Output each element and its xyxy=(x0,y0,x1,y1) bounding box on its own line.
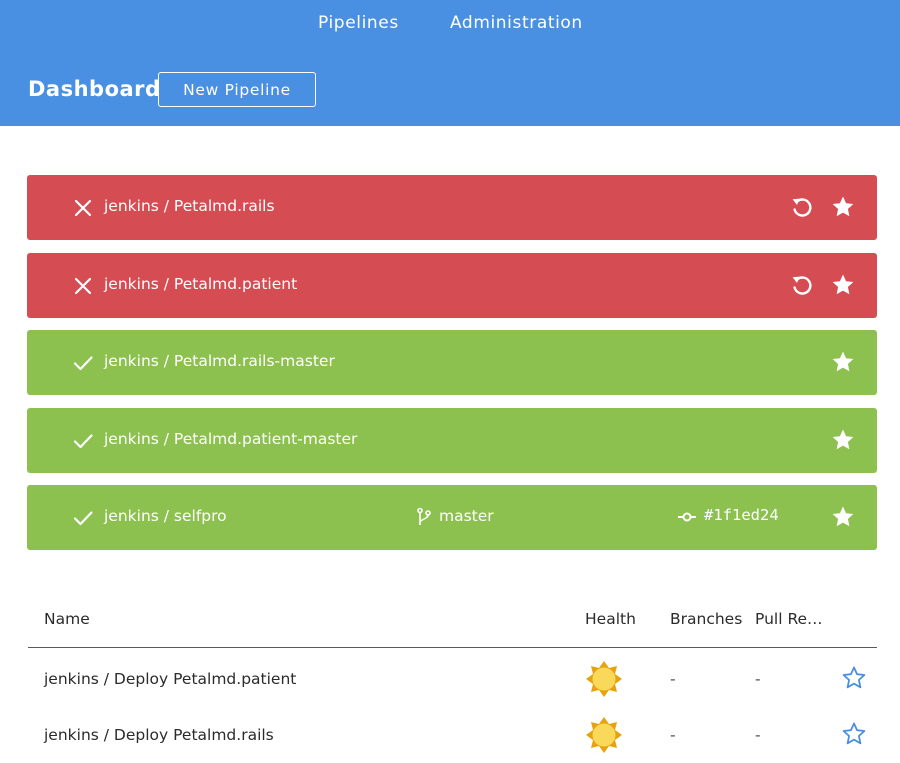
table-row[interactable]: jenkins / Deploy Petalmd.patient - - xyxy=(28,648,877,704)
star-icon[interactable] xyxy=(830,504,856,530)
checkmark-icon xyxy=(73,511,93,526)
favorite-card[interactable]: jenkins / Petalmd.rails xyxy=(27,175,877,240)
sunny-icon xyxy=(586,661,622,697)
replay-icon[interactable] xyxy=(789,194,815,220)
star-outline-icon[interactable] xyxy=(841,721,867,747)
branch-label: master xyxy=(439,507,494,525)
replay-icon[interactable] xyxy=(789,272,815,298)
favorite-card-name: jenkins / Petalmd.patient xyxy=(104,275,298,293)
pull-requests-value: - xyxy=(755,670,761,688)
star-icon[interactable] xyxy=(830,194,856,220)
column-header-pull-requests[interactable]: Pull Re… xyxy=(755,610,825,628)
favorite-card-name: jenkins / Petalmd.rails xyxy=(104,197,275,215)
nav-administration[interactable]: Administration xyxy=(450,13,583,33)
column-header-health[interactable]: Health xyxy=(585,610,636,628)
star-icon[interactable] xyxy=(830,272,856,298)
nav-pipelines[interactable]: Pipelines xyxy=(318,13,399,33)
commit-icon xyxy=(678,512,696,522)
star-icon[interactable] xyxy=(830,349,856,375)
table-row[interactable]: jenkins / Deploy Petalmd.rails - - xyxy=(28,704,877,760)
commit-label: #1f1ed24 xyxy=(704,506,779,524)
star-icon[interactable] xyxy=(830,427,856,453)
pipeline-name[interactable]: jenkins / Deploy Petalmd.rails xyxy=(44,726,274,744)
star-outline-icon[interactable] xyxy=(841,665,867,691)
favorite-card[interactable]: jenkins / selfpro master #1f1ed24 xyxy=(27,485,877,550)
pull-requests-value: - xyxy=(755,726,761,744)
favorite-card[interactable]: jenkins / Petalmd.rails-master xyxy=(27,330,877,395)
pipeline-name[interactable]: jenkins / Deploy Petalmd.patient xyxy=(44,670,296,688)
pipelines-table: Name Health Branches Pull Re… jenkins / … xyxy=(28,600,877,760)
branch-icon xyxy=(417,507,431,525)
branches-value: - xyxy=(670,726,676,744)
top-nav: Pipelines Administration xyxy=(0,13,900,39)
branches-value: - xyxy=(670,670,676,688)
column-header-branches[interactable]: Branches xyxy=(670,610,742,628)
checkmark-icon xyxy=(73,356,93,371)
close-icon xyxy=(74,277,92,295)
page-title: Dashboard xyxy=(28,77,161,101)
page-header: Pipelines Administration Dashboard New P… xyxy=(0,0,900,126)
favorite-card-name: jenkins / Petalmd.rails-master xyxy=(104,352,335,370)
table-header: Name Health Branches Pull Re… xyxy=(28,600,877,648)
sunny-icon xyxy=(586,717,622,753)
close-icon xyxy=(74,199,92,217)
checkmark-icon xyxy=(73,434,93,449)
favorite-card-name: jenkins / Petalmd.patient-master xyxy=(104,430,358,448)
new-pipeline-button[interactable]: New Pipeline xyxy=(158,72,316,107)
favorite-card[interactable]: jenkins / Petalmd.patient-master xyxy=(27,408,877,473)
favorite-card-name: jenkins / selfpro xyxy=(104,507,227,525)
column-header-name[interactable]: Name xyxy=(44,610,90,628)
favorite-card[interactable]: jenkins / Petalmd.patient xyxy=(27,253,877,318)
